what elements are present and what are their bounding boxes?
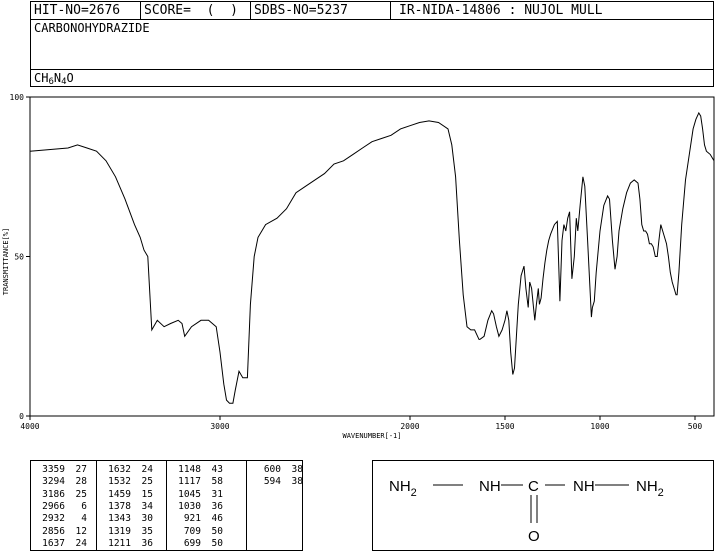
peak-transmittance: 24 [75,537,87,549]
peak-wavenumber: 1378 [108,500,131,512]
peak-transmittance: 6 [81,500,87,512]
plot-frame [29,96,715,417]
peak-wavenumber: 600 [263,464,281,475]
hit-number: HIT-NO=2676 [31,2,141,19]
peak-column: 1148 43 1117 58 1045 31 1030 36 921 46 709 50 699 50 [167,461,247,550]
peak-transmittance: 30 [141,513,153,525]
peak-transmittance: 58 [211,476,223,488]
peak-transmittance: 24 [141,464,153,475]
peak-transmittance: 28 [75,476,87,488]
peak-wavenumber: 3186 [42,488,65,500]
peak-wavenumber: 1030 [178,500,201,512]
compound-name: CARBONOHYDRAZIDE [34,21,150,35]
header-row: HIT-NO=2676 SCORE= ( ) SDBS-NO=5237 IR-N… [31,2,713,20]
peak-transmittance: 34 [141,500,153,512]
peak-wavenumber: 594 [263,476,281,488]
peak-transmittance: 50 [211,525,223,537]
y-tick-label: 100 [10,93,25,102]
peak-wavenumber: 1637 [42,537,65,549]
peak-transmittance: 36 [141,537,153,549]
atom-c: C [528,478,539,495]
score: SCORE= ( ) [141,2,251,19]
spectrum-line [29,111,715,404]
y-tick-label: 50 [14,253,24,262]
peak-transmittance: 50 [211,537,223,549]
x-tick-label: 1500 [495,422,514,431]
peak-transmittance: 4 [81,513,87,525]
peak-table: 3359 27 3294 28 3186 25 2966 6 2932 4 2856 12 1637 24… [30,460,303,551]
peak-wavenumber: 1632 [108,464,131,475]
peak-transmittance: 27 [75,464,87,475]
peak-wavenumber: 2966 [42,500,65,512]
peak-wavenumber: 1117 [178,476,201,488]
peak-transmittance: 38 [291,464,303,475]
peak-wavenumber: 1532 [108,476,131,488]
peak-wavenumber: 699 [183,537,201,549]
peak-wavenumber: 1148 [178,464,201,475]
peak-wavenumber: 1343 [108,513,131,525]
x-tick-label: 4000 [20,422,39,431]
y-axis-label: TRANSMITTANCE[%] [2,228,10,295]
atom-o: O [528,528,540,545]
ir-spectrum-chart: 4000 3000 2000 1500 1000 500 0 50 100 WAVENUMBER[… [2,93,715,440]
x-axis-label: WAVENUMBER[-1] [342,432,401,440]
peak-wavenumber: 2856 [42,525,65,537]
molecular-formula: CH6N4O [34,71,74,87]
peak-transmittance: 38 [291,476,303,488]
formula-row: CH6N4O [31,69,713,87]
y-tick-label: 0 [19,412,24,421]
peak-transmittance: 46 [211,513,223,525]
peak-transmittance: 31 [211,488,223,500]
x-tick-label: 3000 [210,422,229,431]
peak-transmittance: 35 [141,525,153,537]
peak-wavenumber: 921 [183,513,201,525]
peak-transmittance: 12 [75,525,87,537]
x-tick-label: 500 [688,422,703,431]
atom-nh2-right: NH2 [636,478,664,499]
structure-svg: NH2 NH C NH NH2 O [389,478,664,545]
peak-wavenumber: 1319 [108,525,131,537]
peak-wavenumber: 709 [183,525,201,537]
peak-wavenumber: 3359 [42,464,65,475]
ir-info: IR-NIDA-14806 : NUJOL MULL [399,3,603,18]
peak-transmittance: 25 [141,476,153,488]
peak-column: 3359 27 3294 28 3186 25 2966 6 2932 4 2856 12 1637 24 [31,461,97,550]
sdbs-number: SDBS-NO=5237 [251,2,391,19]
peak-transmittance: 36 [211,500,223,512]
x-tick-label: 2000 [400,422,419,431]
peak-wavenumber: 1211 [108,537,131,549]
peak-wavenumber: 3294 [42,476,65,488]
peak-wavenumber: 1045 [178,488,201,500]
peak-transmittance: 43 [211,464,223,475]
peak-transmittance: 15 [141,488,153,500]
peak-wavenumber: 1459 [108,488,131,500]
x-tick-label: 1000 [590,422,609,431]
atom-nh-right: NH [573,478,595,495]
peak-column: 1632 24 1532 25 1459 15 1378 34 1343 30 1319 35 1211… [97,461,167,550]
structure-diagram: NH2 NH C NH NH2 O [372,460,714,551]
atom-nh-left: NH [479,478,501,495]
peak-column: 600 38 594 38 [247,461,304,550]
atom-nh2-left: NH2 [389,478,417,499]
spectrum-header: HIT-NO=2676 SCORE= ( ) SDBS-NO=5237 IR-N… [30,1,714,87]
peak-wavenumber: 2932 [42,513,65,525]
peak-transmittance: 25 [75,488,87,500]
